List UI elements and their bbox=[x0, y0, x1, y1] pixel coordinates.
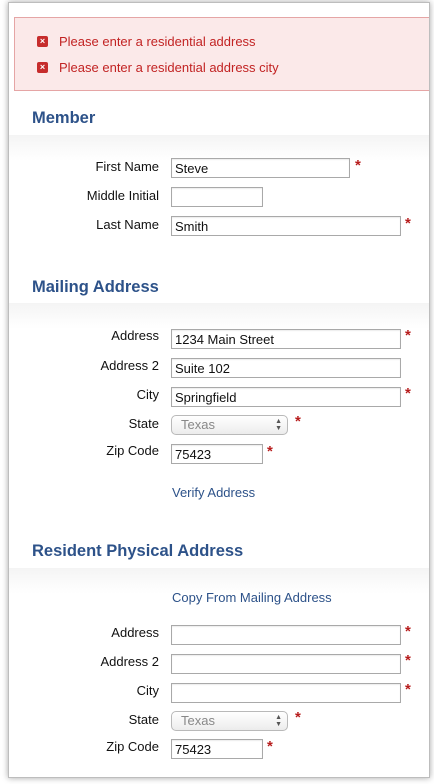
middle-initial-label: Middle Initial bbox=[86, 188, 159, 203]
resident-city-label: City bbox=[136, 683, 159, 698]
required-marker: * bbox=[405, 681, 411, 698]
first-name-input[interactable] bbox=[171, 158, 350, 178]
resident-address2-label: Address 2 bbox=[100, 654, 159, 669]
select-arrows-icon: ▲ ▼ bbox=[275, 418, 282, 432]
last-name-input[interactable] bbox=[171, 216, 401, 236]
resident-state-select[interactable]: Texas ▲ ▼ bbox=[171, 711, 288, 731]
required-marker: * bbox=[405, 327, 411, 344]
mailing-address2-input[interactable] bbox=[171, 358, 401, 378]
mailing-zip-label: Zip Code bbox=[106, 443, 159, 458]
required-marker: * bbox=[355, 157, 361, 174]
error-text: Please enter a residential address bbox=[59, 33, 256, 49]
mailing-city-input[interactable] bbox=[171, 387, 401, 407]
mailing-city-label: City bbox=[136, 387, 159, 402]
resident-state-label: State bbox=[128, 712, 159, 727]
required-marker: * bbox=[405, 623, 411, 640]
select-arrows-icon: ▲ ▼ bbox=[275, 714, 282, 728]
mailing-state-value: Texas bbox=[181, 417, 215, 432]
error-icon: × bbox=[37, 35, 48, 47]
resident-address2-input[interactable] bbox=[171, 654, 401, 674]
error-message: × Please enter a residential address bbox=[37, 32, 256, 50]
middle-initial-input[interactable] bbox=[171, 187, 263, 207]
section-title-member: Member bbox=[32, 109, 96, 127]
mailing-address-input[interactable] bbox=[171, 329, 401, 349]
error-text: Please enter a residential address city bbox=[59, 59, 279, 75]
copy-from-mailing-link[interactable]: Copy From Mailing Address bbox=[172, 590, 332, 605]
section-title-resident-address: Resident Physical Address bbox=[32, 542, 244, 560]
required-marker: * bbox=[405, 385, 411, 402]
mailing-address-label: Address bbox=[111, 328, 159, 343]
required-marker: * bbox=[295, 709, 301, 726]
required-marker: * bbox=[267, 738, 273, 755]
resident-address-input[interactable] bbox=[171, 625, 401, 645]
first-name-label: First Name bbox=[95, 159, 159, 174]
mailing-address2-label: Address 2 bbox=[100, 358, 159, 373]
required-marker: * bbox=[267, 443, 273, 460]
error-panel: × Please enter a residential address × P… bbox=[14, 17, 429, 91]
resident-state-value: Texas bbox=[181, 713, 215, 728]
resident-city-input[interactable] bbox=[171, 683, 401, 703]
resident-zip-label: Zip Code bbox=[106, 739, 159, 754]
required-marker: * bbox=[405, 652, 411, 669]
required-marker: * bbox=[295, 413, 301, 430]
mailing-zip-input[interactable] bbox=[171, 444, 263, 464]
resident-address-label: Address bbox=[111, 625, 159, 640]
verify-address-link[interactable]: Verify Address bbox=[172, 485, 255, 500]
error-message: × Please enter a residential address cit… bbox=[37, 58, 279, 76]
error-icon: × bbox=[37, 61, 48, 73]
last-name-label: Last Name bbox=[96, 217, 159, 232]
section-title-mailing-address: Mailing Address bbox=[32, 278, 159, 296]
resident-zip-input[interactable] bbox=[171, 739, 263, 759]
mailing-state-select[interactable]: Texas ▲ ▼ bbox=[171, 415, 288, 435]
required-marker: * bbox=[405, 215, 411, 232]
section-band bbox=[9, 303, 429, 329]
mailing-state-label: State bbox=[128, 416, 159, 431]
address-form-window: × Please enter a residential address × P… bbox=[8, 2, 430, 778]
